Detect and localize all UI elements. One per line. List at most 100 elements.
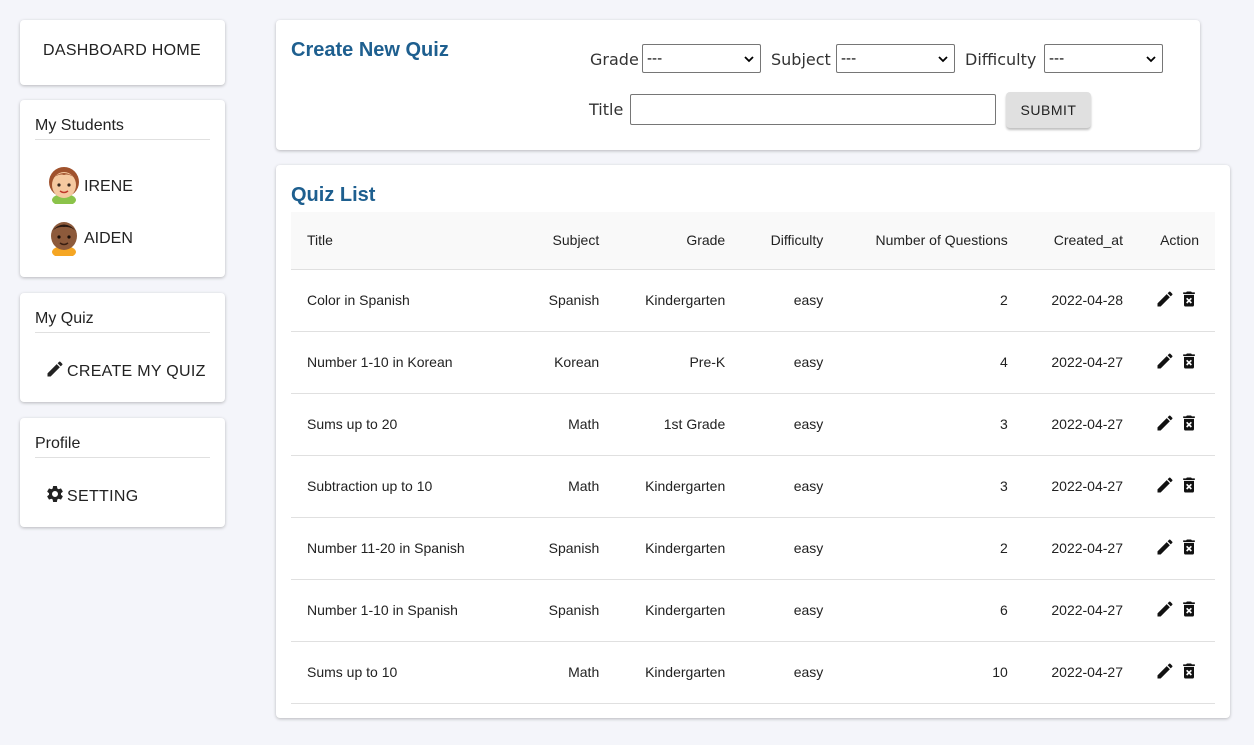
edit-pencil-icon[interactable] (1155, 413, 1175, 433)
cell-action (1139, 269, 1215, 332)
subject-select-value: --- (841, 50, 857, 67)
cell-subject: Math (512, 641, 616, 704)
cell-created: 2022-04-27 (1023, 579, 1139, 642)
difficulty-select[interactable]: --- (1044, 44, 1163, 73)
student-aiden[interactable]: AIDEN (46, 216, 133, 261)
chevron-down-icon (744, 55, 754, 62)
my-students-heading: My Students (35, 117, 210, 140)
column-header-created: Created_at (1023, 212, 1139, 270)
cell-difficulty: easy (741, 269, 840, 332)
cell-title: Number 1-10 in Korean (291, 331, 513, 394)
cell-difficulty: easy (741, 393, 840, 456)
table-row: Number 11-20 in Spanish Spanish Kindergart… (291, 517, 1215, 580)
cell-grade: Kindergarten (615, 269, 742, 332)
edit-pencil-icon[interactable] (1155, 475, 1175, 495)
quiz-table: Title Subject Grade Difficulty Number of… (291, 212, 1215, 704)
cell-title: Sums up to 20 (291, 393, 513, 456)
student-irene[interactable]: IRENE (46, 164, 133, 209)
column-header-subject: Subject (512, 212, 616, 270)
cell-subject: Spanish (512, 579, 616, 642)
delete-trash-icon[interactable] (1179, 413, 1199, 433)
girl-avatar-icon (46, 164, 82, 209)
cell-questions: 10 (839, 641, 1024, 704)
edit-pencil-icon[interactable] (1155, 537, 1175, 557)
submit-button[interactable]: SUBMIT (1006, 92, 1091, 128)
cell-difficulty: easy (741, 455, 840, 518)
my-students-card: My Students IRENE AIDEN (20, 100, 225, 277)
subject-label: Subject (771, 50, 831, 69)
cell-questions: 6 (839, 579, 1024, 642)
column-header-action: Action (1139, 212, 1215, 270)
create-my-quiz-label: CREATE MY QUIZ (67, 362, 206, 380)
cell-difficulty: easy (741, 517, 840, 580)
cell-subject: Spanish (512, 269, 616, 332)
table-row: Subtraction up to 10 Math Kindergarten easy… (291, 455, 1215, 518)
cell-title: Number 1-10 in Spanish (291, 579, 513, 642)
grade-select[interactable]: --- (642, 44, 761, 73)
cell-grade: Kindergarten (615, 641, 742, 704)
edit-pencil-icon[interactable] (1155, 289, 1175, 309)
edit-pencil-icon[interactable] (1155, 351, 1175, 371)
cell-questions: 2 (839, 517, 1024, 580)
column-header-questions: Number of Questions (839, 212, 1024, 270)
cell-questions: 4 (839, 331, 1024, 394)
quiz-list-title: Quiz List (291, 184, 376, 206)
cell-created: 2022-04-27 (1023, 517, 1139, 580)
cell-created: 2022-04-27 (1023, 641, 1139, 704)
delete-trash-icon[interactable] (1179, 599, 1199, 619)
create-quiz-card: Create New Quiz Grade --- Subject --- Di… (276, 20, 1200, 150)
create-quiz-title: Create New Quiz (291, 39, 449, 61)
edit-pencil-icon[interactable] (1155, 599, 1175, 619)
profile-heading: Profile (35, 435, 210, 458)
my-quiz-heading: My Quiz (35, 310, 210, 333)
student-name: IRENE (84, 177, 133, 195)
cell-action (1139, 455, 1215, 518)
cell-created: 2022-04-27 (1023, 455, 1139, 518)
setting-label: SETTING (67, 487, 139, 505)
cell-difficulty: easy (741, 641, 840, 704)
table-row: Number 1-10 in Korean Korean Pre-K easy 4 202… (291, 331, 1215, 394)
cell-grade: Pre-K (615, 331, 742, 394)
cell-subject: Spanish (512, 517, 616, 580)
delete-trash-icon[interactable] (1179, 289, 1199, 309)
column-header-grade: Grade (615, 212, 742, 270)
subject-select[interactable]: --- (836, 44, 955, 73)
column-header-title: Title (291, 212, 513, 270)
cell-created: 2022-04-28 (1023, 269, 1139, 332)
delete-trash-icon[interactable] (1179, 661, 1199, 681)
cell-difficulty: easy (741, 579, 840, 642)
difficulty-label: Difficulty (965, 50, 1037, 69)
grade-select-value: --- (647, 50, 663, 67)
profile-card: Profile SETTING (20, 418, 225, 527)
cell-action (1139, 393, 1215, 456)
my-quiz-card: My Quiz CREATE MY QUIZ (20, 293, 225, 402)
dashboard-home-button[interactable]: DASHBOARD HOME (43, 42, 201, 60)
dashboard-home-card: DASHBOARD HOME (20, 20, 225, 85)
difficulty-select-value: --- (1049, 50, 1065, 67)
grade-label: Grade (590, 50, 639, 69)
cell-created: 2022-04-27 (1023, 393, 1139, 456)
table-row: Color in Spanish Spanish Kindergarten easy 2… (291, 269, 1215, 332)
cell-grade: Kindergarten (615, 455, 742, 518)
table-row: Number 1-10 in Spanish Spanish Kindergarte… (291, 579, 1215, 642)
cell-subject: Math (512, 393, 616, 456)
chevron-down-icon (938, 55, 948, 62)
boy-avatar-icon (46, 216, 82, 261)
cell-grade: Kindergarten (615, 579, 742, 642)
cell-action (1139, 517, 1215, 580)
edit-pencil-icon[interactable] (1155, 661, 1175, 681)
delete-trash-icon[interactable] (1179, 537, 1199, 557)
setting-link[interactable]: SETTING (45, 484, 138, 509)
student-name: AIDEN (84, 229, 133, 247)
column-header-difficulty: Difficulty (741, 212, 840, 270)
cell-grade: 1st Grade (615, 393, 742, 456)
cell-subject: Math (512, 455, 616, 518)
title-input[interactable] (630, 94, 996, 125)
chevron-down-icon (1146, 55, 1156, 62)
create-my-quiz-link[interactable]: CREATE MY QUIZ (45, 359, 206, 384)
delete-trash-icon[interactable] (1179, 351, 1199, 371)
cell-created: 2022-04-27 (1023, 331, 1139, 394)
cell-questions: 3 (839, 393, 1024, 456)
cell-grade: Kindergarten (615, 517, 742, 580)
delete-trash-icon[interactable] (1179, 475, 1199, 495)
